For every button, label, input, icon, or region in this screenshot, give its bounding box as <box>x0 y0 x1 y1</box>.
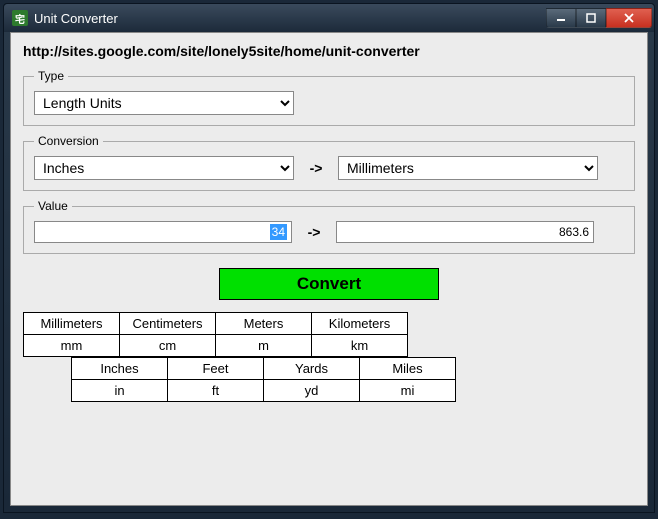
url-heading: http://sites.google.com/site/lonely5site… <box>23 43 635 59</box>
titlebar[interactable]: 宅 Unit Converter <box>4 4 654 32</box>
reference-tables: Millimeters Centimeters Meters Kilometer… <box>23 312 635 402</box>
type-select[interactable]: Length Units <box>34 91 294 115</box>
conversion-group: Conversion Inches -> Millimeters <box>23 134 635 191</box>
cell: ft <box>168 380 264 402</box>
conversion-legend: Conversion <box>34 134 103 148</box>
cell: Meters <box>216 313 312 335</box>
maximize-button[interactable] <box>576 8 606 28</box>
imperial-table: Inches Feet Yards Miles in ft yd mi <box>71 357 456 402</box>
window-title: Unit Converter <box>34 11 546 26</box>
cell: cm <box>120 335 216 357</box>
cell: Yards <box>264 358 360 380</box>
value-group: Value 34 -> 863.6 <box>23 199 635 254</box>
minimize-button[interactable] <box>546 8 576 28</box>
cell: m <box>216 335 312 357</box>
table-row: mm cm m km <box>24 335 408 357</box>
type-legend: Type <box>34 69 68 83</box>
app-window: 宅 Unit Converter http://sites.google.com… <box>3 3 655 513</box>
table-row: Millimeters Centimeters Meters Kilometer… <box>24 313 408 335</box>
cell: Inches <box>72 358 168 380</box>
window-controls <box>546 8 652 28</box>
metric-table: Millimeters Centimeters Meters Kilometer… <box>23 312 408 357</box>
app-icon: 宅 <box>12 10 28 26</box>
arrow-label: -> <box>298 224 330 240</box>
output-value-text: 863.6 <box>559 225 589 239</box>
cell: mi <box>360 380 456 402</box>
table-row: in ft yd mi <box>72 380 456 402</box>
input-value-text: 34 <box>270 224 287 240</box>
cell: Millimeters <box>24 313 120 335</box>
type-group: Type Length Units <box>23 69 635 126</box>
value-output: 863.6 <box>336 221 594 243</box>
convert-button[interactable]: Convert <box>219 268 439 300</box>
close-button[interactable] <box>606 8 652 28</box>
cell: Miles <box>360 358 456 380</box>
cell: Centimeters <box>120 313 216 335</box>
cell: Feet <box>168 358 264 380</box>
value-legend: Value <box>34 199 72 213</box>
cell: Kilometers <box>312 313 408 335</box>
table-row: Inches Feet Yards Miles <box>72 358 456 380</box>
cell: km <box>312 335 408 357</box>
from-unit-select[interactable]: Inches <box>34 156 294 180</box>
cell: in <box>72 380 168 402</box>
client-area: http://sites.google.com/site/lonely5site… <box>10 32 648 506</box>
cell: mm <box>24 335 120 357</box>
cell: yd <box>264 380 360 402</box>
arrow-label: -> <box>300 160 332 176</box>
to-unit-select[interactable]: Millimeters <box>338 156 598 180</box>
value-input[interactable]: 34 <box>34 221 292 243</box>
